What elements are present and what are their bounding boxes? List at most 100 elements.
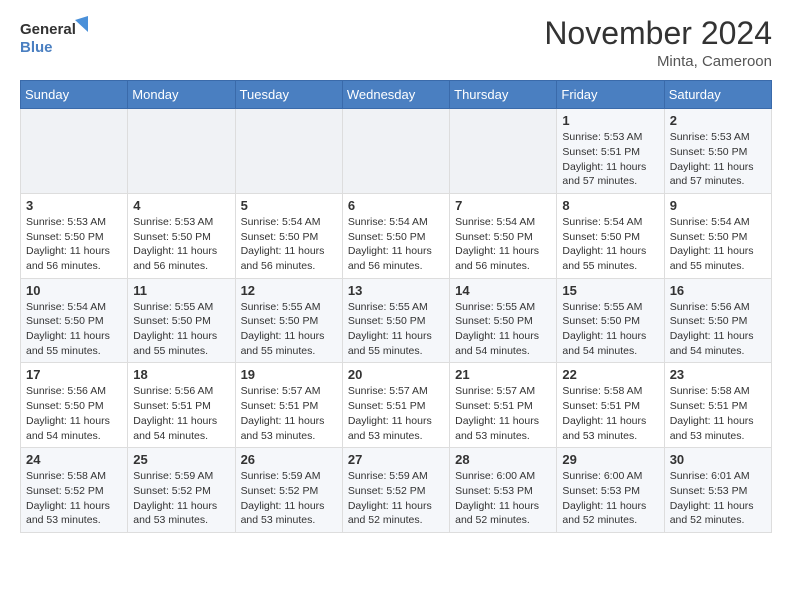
day-number: 14: [455, 283, 551, 298]
calendar-header: Sunday Monday Tuesday Wednesday Thursday…: [21, 81, 772, 109]
sunset-text: Sunset: 5:50 PM: [241, 231, 319, 243]
sunrise-text: Sunrise: 5:57 AM: [348, 385, 428, 397]
day-info: Sunrise: 5:54 AM Sunset: 5:50 PM Dayligh…: [26, 300, 122, 359]
day-number: 30: [670, 452, 766, 467]
daylight-text: Daylight: 11 hours and 56 minutes.: [348, 245, 432, 272]
day-number: 29: [562, 452, 658, 467]
day-info: Sunrise: 5:57 AM Sunset: 5:51 PM Dayligh…: [348, 384, 444, 443]
day-number: 23: [670, 367, 766, 382]
daylight-text: Daylight: 11 hours and 55 minutes.: [348, 330, 432, 357]
day-info: Sunrise: 5:57 AM Sunset: 5:51 PM Dayligh…: [241, 384, 337, 443]
sunrise-text: Sunrise: 5:58 AM: [562, 385, 642, 397]
day-number: 26: [241, 452, 337, 467]
calendar-cell: [235, 109, 342, 194]
day-info: Sunrise: 5:54 AM Sunset: 5:50 PM Dayligh…: [562, 215, 658, 274]
calendar-cell: 19 Sunrise: 5:57 AM Sunset: 5:51 PM Dayl…: [235, 363, 342, 448]
location: Minta, Cameroon: [544, 53, 772, 70]
calendar-cell: 30 Sunrise: 6:01 AM Sunset: 5:53 PM Dayl…: [664, 448, 771, 533]
day-info: Sunrise: 5:56 AM Sunset: 5:51 PM Dayligh…: [133, 384, 229, 443]
sunset-text: Sunset: 5:50 PM: [241, 315, 319, 327]
sunset-text: Sunset: 5:51 PM: [562, 400, 640, 412]
day-info: Sunrise: 5:54 AM Sunset: 5:50 PM Dayligh…: [670, 215, 766, 274]
day-number: 19: [241, 367, 337, 382]
day-number: 8: [562, 198, 658, 213]
sunrise-text: Sunrise: 5:55 AM: [241, 301, 321, 313]
day-info: Sunrise: 5:54 AM Sunset: 5:50 PM Dayligh…: [455, 215, 551, 274]
day-number: 18: [133, 367, 229, 382]
sunset-text: Sunset: 5:51 PM: [133, 400, 211, 412]
daylight-text: Daylight: 11 hours and 52 minutes.: [562, 500, 646, 527]
daylight-text: Daylight: 11 hours and 54 minutes.: [562, 330, 646, 357]
calendar-cell: 4 Sunrise: 5:53 AM Sunset: 5:50 PM Dayli…: [128, 193, 235, 278]
sunset-text: Sunset: 5:51 PM: [241, 400, 319, 412]
calendar-week-4: 17 Sunrise: 5:56 AM Sunset: 5:50 PM Dayl…: [21, 363, 772, 448]
day-number: 2: [670, 113, 766, 128]
sunset-text: Sunset: 5:50 PM: [26, 315, 104, 327]
calendar-cell: [21, 109, 128, 194]
calendar-week-1: 1 Sunrise: 5:53 AM Sunset: 5:51 PM Dayli…: [21, 109, 772, 194]
col-sunday: Sunday: [21, 81, 128, 109]
sunset-text: Sunset: 5:50 PM: [348, 231, 426, 243]
day-number: 21: [455, 367, 551, 382]
day-number: 17: [26, 367, 122, 382]
svg-text:Blue: Blue: [20, 39, 53, 56]
calendar-cell: 1 Sunrise: 5:53 AM Sunset: 5:51 PM Dayli…: [557, 109, 664, 194]
sunset-text: Sunset: 5:50 PM: [670, 146, 748, 158]
sunset-text: Sunset: 5:50 PM: [670, 231, 748, 243]
sunrise-text: Sunrise: 5:54 AM: [455, 216, 535, 228]
daylight-text: Daylight: 11 hours and 53 minutes.: [26, 500, 110, 527]
day-number: 10: [26, 283, 122, 298]
sunset-text: Sunset: 5:51 PM: [670, 400, 748, 412]
daylight-text: Daylight: 11 hours and 52 minutes.: [348, 500, 432, 527]
daylight-text: Daylight: 11 hours and 54 minutes.: [670, 330, 754, 357]
sunrise-text: Sunrise: 5:53 AM: [133, 216, 213, 228]
calendar-cell: 17 Sunrise: 5:56 AM Sunset: 5:50 PM Dayl…: [21, 363, 128, 448]
calendar-cell: 10 Sunrise: 5:54 AM Sunset: 5:50 PM Dayl…: [21, 278, 128, 363]
calendar-cell: 6 Sunrise: 5:54 AM Sunset: 5:50 PM Dayli…: [342, 193, 449, 278]
month-title: November 2024: [544, 16, 772, 51]
daylight-text: Daylight: 11 hours and 53 minutes.: [241, 415, 325, 442]
daylight-text: Daylight: 11 hours and 54 minutes.: [26, 415, 110, 442]
col-thursday: Thursday: [450, 81, 557, 109]
day-info: Sunrise: 5:58 AM Sunset: 5:51 PM Dayligh…: [670, 384, 766, 443]
calendar-cell: 8 Sunrise: 5:54 AM Sunset: 5:50 PM Dayli…: [557, 193, 664, 278]
daylight-text: Daylight: 11 hours and 52 minutes.: [670, 500, 754, 527]
calendar-cell: 20 Sunrise: 5:57 AM Sunset: 5:51 PM Dayl…: [342, 363, 449, 448]
day-number: 11: [133, 283, 229, 298]
sunrise-text: Sunrise: 5:58 AM: [670, 385, 750, 397]
sunrise-text: Sunrise: 5:56 AM: [26, 385, 106, 397]
calendar-cell: 27 Sunrise: 5:59 AM Sunset: 5:52 PM Dayl…: [342, 448, 449, 533]
calendar: Sunday Monday Tuesday Wednesday Thursday…: [20, 80, 772, 533]
day-number: 4: [133, 198, 229, 213]
day-number: 27: [348, 452, 444, 467]
day-info: Sunrise: 5:54 AM Sunset: 5:50 PM Dayligh…: [241, 215, 337, 274]
day-number: 20: [348, 367, 444, 382]
sunset-text: Sunset: 5:52 PM: [133, 485, 211, 497]
daylight-text: Daylight: 11 hours and 55 minutes.: [133, 330, 217, 357]
daylight-text: Daylight: 11 hours and 56 minutes.: [133, 245, 217, 272]
daylight-text: Daylight: 11 hours and 54 minutes.: [133, 415, 217, 442]
sunrise-text: Sunrise: 5:54 AM: [241, 216, 321, 228]
sunrise-text: Sunrise: 5:55 AM: [455, 301, 535, 313]
sunset-text: Sunset: 5:52 PM: [241, 485, 319, 497]
day-info: Sunrise: 5:57 AM Sunset: 5:51 PM Dayligh…: [455, 384, 551, 443]
sunset-text: Sunset: 5:50 PM: [562, 231, 640, 243]
day-number: 16: [670, 283, 766, 298]
sunrise-text: Sunrise: 5:54 AM: [562, 216, 642, 228]
calendar-cell: 13 Sunrise: 5:55 AM Sunset: 5:50 PM Dayl…: [342, 278, 449, 363]
day-info: Sunrise: 5:55 AM Sunset: 5:50 PM Dayligh…: [562, 300, 658, 359]
day-number: 3: [26, 198, 122, 213]
day-info: Sunrise: 6:00 AM Sunset: 5:53 PM Dayligh…: [562, 469, 658, 528]
day-info: Sunrise: 6:01 AM Sunset: 5:53 PM Dayligh…: [670, 469, 766, 528]
day-info: Sunrise: 5:56 AM Sunset: 5:50 PM Dayligh…: [26, 384, 122, 443]
calendar-cell: 7 Sunrise: 5:54 AM Sunset: 5:50 PM Dayli…: [450, 193, 557, 278]
day-info: Sunrise: 5:55 AM Sunset: 5:50 PM Dayligh…: [455, 300, 551, 359]
calendar-cell: [342, 109, 449, 194]
sunset-text: Sunset: 5:51 PM: [455, 400, 533, 412]
calendar-cell: 22 Sunrise: 5:58 AM Sunset: 5:51 PM Dayl…: [557, 363, 664, 448]
sunset-text: Sunset: 5:50 PM: [26, 231, 104, 243]
calendar-cell: [128, 109, 235, 194]
calendar-cell: 25 Sunrise: 5:59 AM Sunset: 5:52 PM Dayl…: [128, 448, 235, 533]
sunrise-text: Sunrise: 6:00 AM: [455, 470, 535, 482]
sunrise-text: Sunrise: 5:56 AM: [670, 301, 750, 313]
